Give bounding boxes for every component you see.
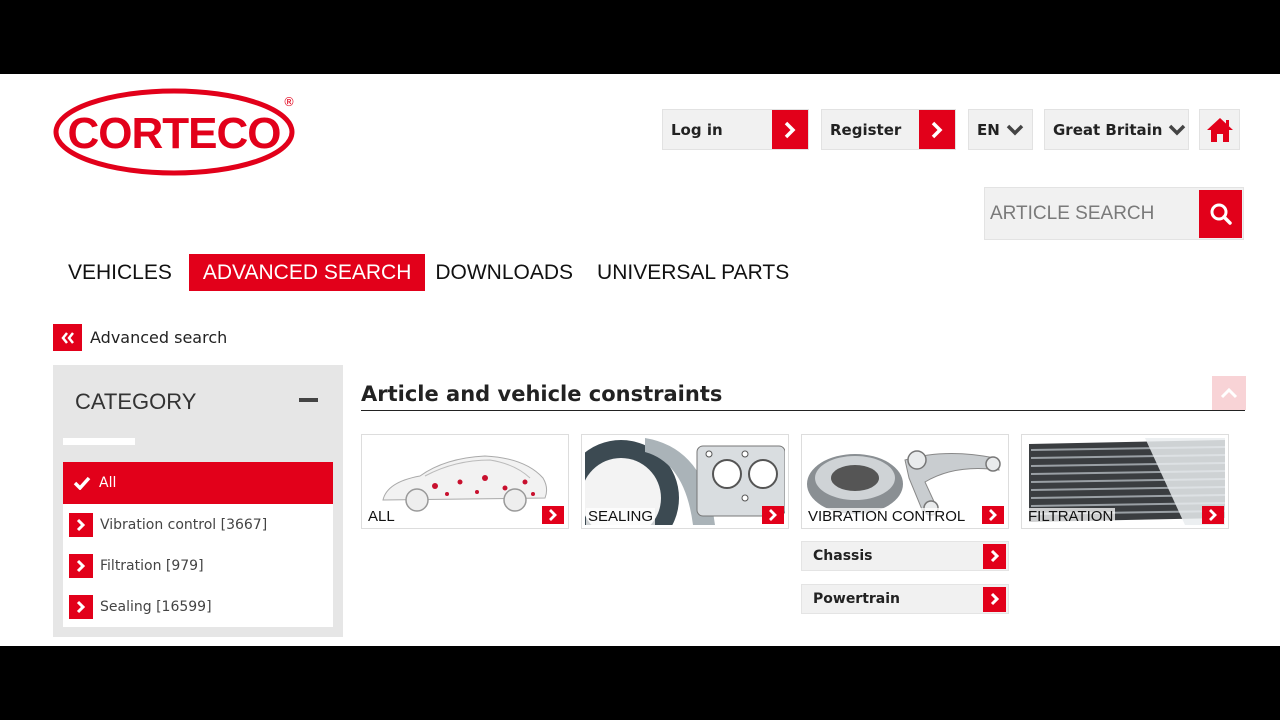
language-value: EN <box>977 120 1000 139</box>
nav-advanced-search[interactable]: ADVANCED SEARCH <box>188 254 426 291</box>
category-panel: CATEGORY All Vibration control [3667] Fi… <box>53 365 343 637</box>
scroll-to-top-button[interactable] <box>1212 376 1246 410</box>
collapse-icon[interactable] <box>299 398 318 402</box>
checkmark-icon <box>72 471 92 495</box>
chevron-right-icon <box>772 110 808 149</box>
chevron-down-icon <box>1168 124 1186 136</box>
heading-rule <box>361 410 1245 411</box>
home-button[interactable] <box>1199 109 1240 150</box>
chevron-right-icon <box>919 110 955 149</box>
register-label: Register <box>830 120 902 139</box>
nav-universal-parts[interactable]: UNIVERSAL PARTS <box>587 254 803 291</box>
category-item-sealing[interactable]: Sealing [16599] <box>63 586 333 627</box>
page: CORTECO ® Log in Register EN Great Brita… <box>0 74 1280 646</box>
chevron-right-icon <box>1202 506 1224 524</box>
chevron-right-icon <box>69 553 93 578</box>
country-value: Great Britain <box>1053 120 1163 139</box>
category-item-vibration-control[interactable]: Vibration control [3667] <box>63 504 333 545</box>
subcategory-powertrain[interactable]: Powertrain <box>801 584 1009 614</box>
login-button[interactable]: Log in <box>662 109 809 150</box>
category-label: Filtration [979] <box>100 557 204 574</box>
registered-mark: ® <box>283 95 295 109</box>
home-icon <box>1206 117 1233 142</box>
category-list: All Vibration control [3667] Filtration … <box>63 462 333 627</box>
subcategory-chassis[interactable]: Chassis <box>801 541 1009 571</box>
category-title: CATEGORY <box>75 389 197 414</box>
chevron-right-icon <box>983 543 1006 569</box>
register-button[interactable]: Register <box>821 109 956 150</box>
article-search <box>984 187 1244 240</box>
panel-divider <box>63 438 135 445</box>
category-item-all[interactable]: All <box>63 462 333 504</box>
card-vibration-control[interactable]: VIBRATION CONTROL <box>801 434 1009 529</box>
category-label: Sealing [16599] <box>100 598 212 615</box>
card-all[interactable]: ALL <box>361 434 569 529</box>
search-button[interactable] <box>1199 190 1242 238</box>
corteco-logo[interactable]: CORTECO ® <box>52 88 300 178</box>
language-selector[interactable]: EN <box>968 109 1033 150</box>
chevron-right-icon <box>69 594 93 619</box>
card-label: VIBRATION CONTROL <box>806 508 968 525</box>
category-label: Vibration control [3667] <box>100 516 268 533</box>
category-label: All <box>99 475 117 491</box>
letterbox-bottom <box>0 646 1280 720</box>
chevron-right-icon <box>69 512 93 537</box>
chevron-right-icon <box>762 506 784 524</box>
country-selector[interactable]: Great Britain <box>1044 109 1189 150</box>
chevron-right-icon <box>542 506 564 524</box>
logo-wordmark: CORTECO <box>68 109 281 158</box>
chevron-down-icon <box>1006 124 1024 136</box>
subcategory-label: Powertrain <box>813 591 901 607</box>
nav-downloads[interactable]: DOWNLOADS <box>425 254 587 291</box>
breadcrumb-back[interactable]: Advanced search <box>53 324 227 351</box>
chevron-right-icon <box>982 506 1004 524</box>
card-label: FILTRATION <box>1026 508 1116 525</box>
main-nav: VEHICLES ADVANCED SEARCH DOWNLOADS UNIVE… <box>58 254 803 291</box>
subcategory-label: Chassis <box>813 548 873 564</box>
section-heading: Article and vehicle constraints <box>361 382 723 406</box>
category-item-filtration[interactable]: Filtration [979] <box>63 545 333 586</box>
card-label: ALL <box>366 508 397 525</box>
chevron-up-icon <box>1220 387 1238 399</box>
letterbox-top <box>0 0 1280 74</box>
article-search-input[interactable] <box>985 188 1197 239</box>
chevron-right-icon <box>983 586 1006 612</box>
card-filtration[interactable]: FILTRATION <box>1021 434 1229 529</box>
breadcrumb-label: Advanced search <box>90 328 228 347</box>
card-sealing[interactable]: SEALING <box>581 434 789 529</box>
nav-vehicles[interactable]: VEHICLES <box>58 254 186 291</box>
login-label: Log in <box>671 120 723 139</box>
double-chevron-left-icon <box>53 324 82 351</box>
card-label: SEALING <box>586 508 656 525</box>
search-icon <box>1210 203 1232 225</box>
